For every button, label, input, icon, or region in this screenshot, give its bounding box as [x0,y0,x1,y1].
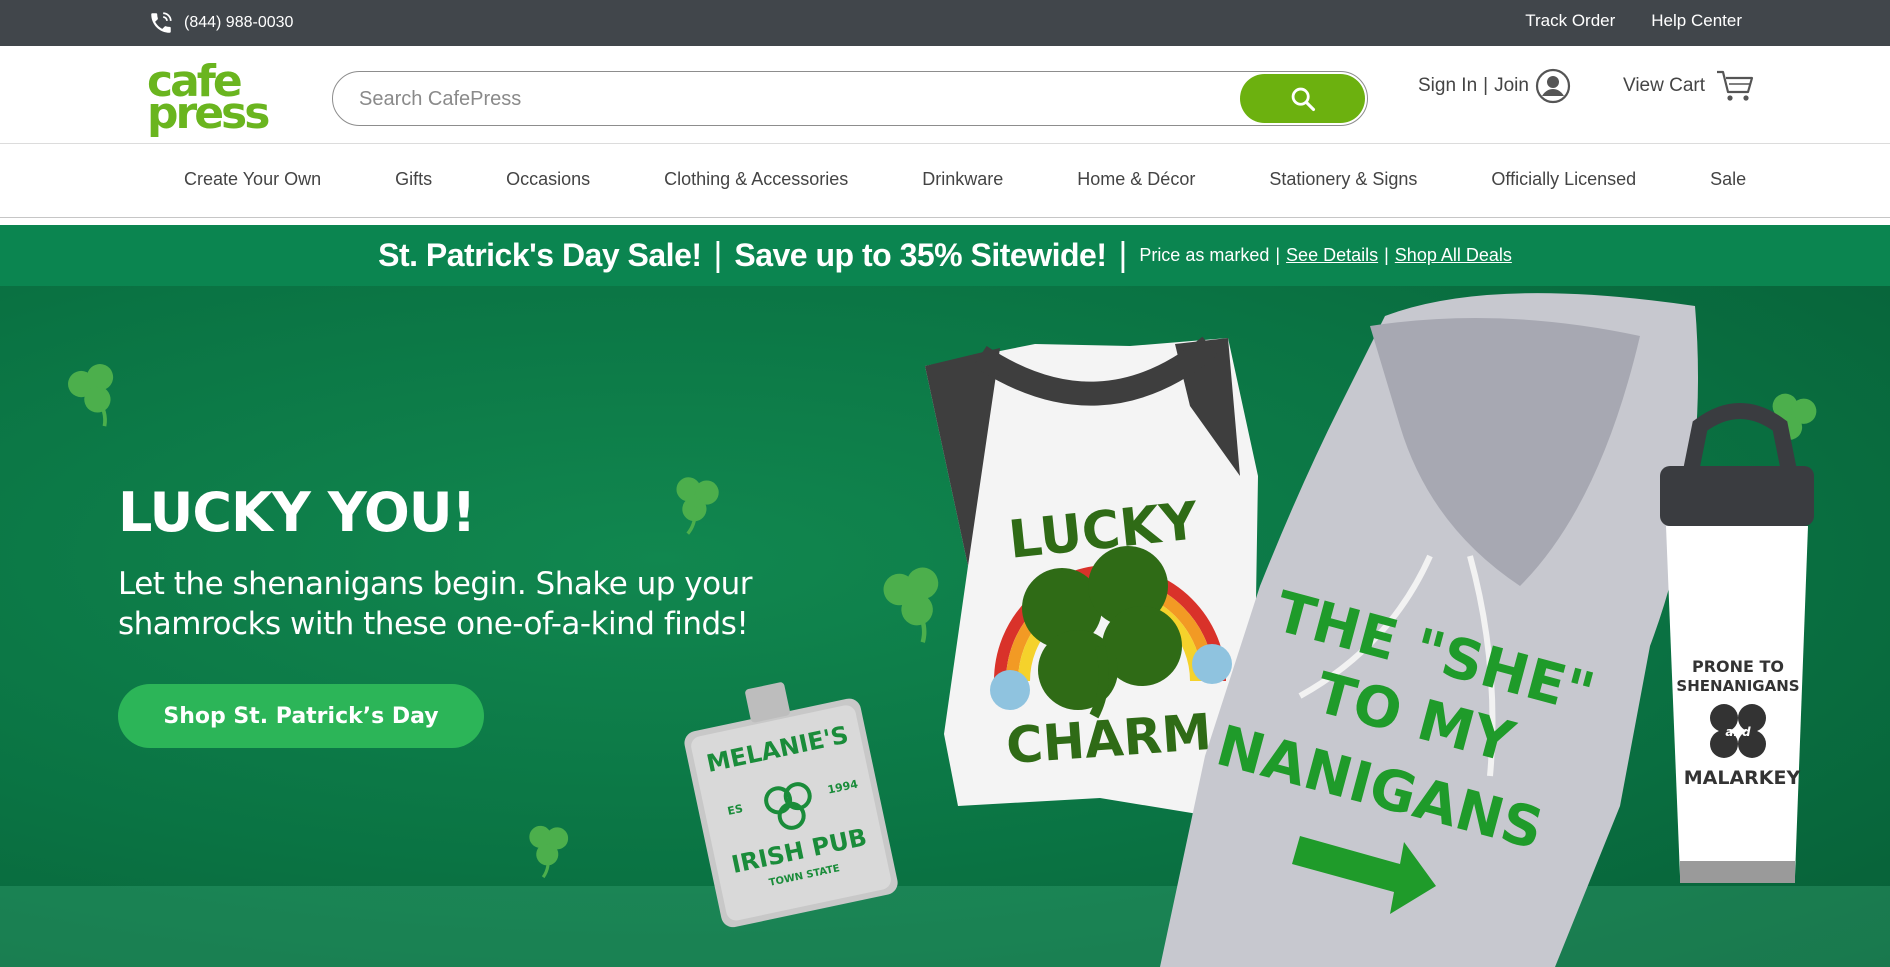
shop-all-deals-link[interactable]: Shop All Deals [1395,245,1512,266]
see-details-link[interactable]: See Details [1286,245,1378,266]
cafepress-logo[interactable]: cafe press [145,60,270,136]
shop-st-patricks-day-button[interactable]: Shop St. Patrick’s Day [118,684,484,748]
account-links: Sign In | Join [1418,68,1571,104]
site-header: cafe press Sign In | Join View Cart [0,46,1890,144]
view-cart-link[interactable]: View Cart [1623,68,1755,104]
promo-banner: St. Patrick's Day Sale! | Save up to 35%… [0,225,1890,286]
nav-item-gifts[interactable]: Gifts [395,169,432,190]
account-divider: | [1483,75,1489,96]
logo-text-press: press [147,88,270,139]
promo-separator: | [713,236,723,274]
nav-item-officially-licensed[interactable]: Officially Licensed [1491,169,1636,190]
nav-item-create-your-own[interactable]: Create Your Own [184,169,321,190]
main-navigation: Create Your Own Gifts Occasions Clothing… [0,145,1890,218]
top-utility-bar: (844) 988-0030 Track Order Help Center [0,0,1890,46]
nav-item-home-decor[interactable]: Home & Décor [1077,169,1195,190]
search-button[interactable] [1240,74,1365,123]
track-order-link[interactable]: Track Order [1525,11,1615,31]
promo-pipe: | [1275,245,1281,265]
cart-icon [1717,70,1754,101]
nav-item-occasions[interactable]: Occasions [506,169,590,190]
phone-icon [151,12,172,33]
tumbler-text-line2: SHENANIGANS [1676,677,1799,695]
sign-in-link[interactable]: Sign In [1418,75,1477,97]
search-input[interactable] [359,84,1219,114]
nav-item-clothing-accessories[interactable]: Clothing & Accessories [664,169,848,190]
promo-price-note: Price as marked [1139,245,1270,265]
search-bar [332,71,1368,126]
nav-item-stationery-signs[interactable]: Stationery & Signs [1269,169,1417,190]
phone-contact[interactable]: (844) 988-0030 [148,10,293,36]
user-circle-icon[interactable] [1535,68,1571,104]
hero-subtitle: Let the shenanigans begin. Shake up your… [118,566,753,642]
tumbler-text-and: and [1725,725,1751,739]
tumbler-text-line1: PRONE TO [1692,657,1784,676]
malarkey-tumbler-product: PRONE TO SHENANIGANS and MALARKEY [1660,403,1814,883]
hero-title: LUCKY YOU! [118,481,476,544]
nav-item-drinkware[interactable]: Drinkware [922,169,1003,190]
tumbler-text-line3: MALARKEY [1684,767,1801,789]
flask-product: MELANIE'S ES 1994 IRISH PUB TOWN STATE [684,682,898,928]
join-link[interactable]: Join [1494,75,1529,97]
search-icon [1291,87,1315,111]
promo-pipe: | [1384,245,1389,265]
nav-item-sale[interactable]: Sale [1710,169,1746,190]
promo-separator: | [1118,236,1128,274]
help-center-link[interactable]: Help Center [1651,11,1742,31]
view-cart-label: View Cart [1623,75,1706,96]
hero-banner: MELANIE'S ES 1994 IRISH PUB TOWN STATE L… [0,286,1890,967]
phone-number: (844) 988-0030 [184,14,294,31]
promo-headline: St. Patrick's Day Sale! [378,237,702,273]
promo-offer: Save up to 35% Sitewide! [734,237,1107,273]
